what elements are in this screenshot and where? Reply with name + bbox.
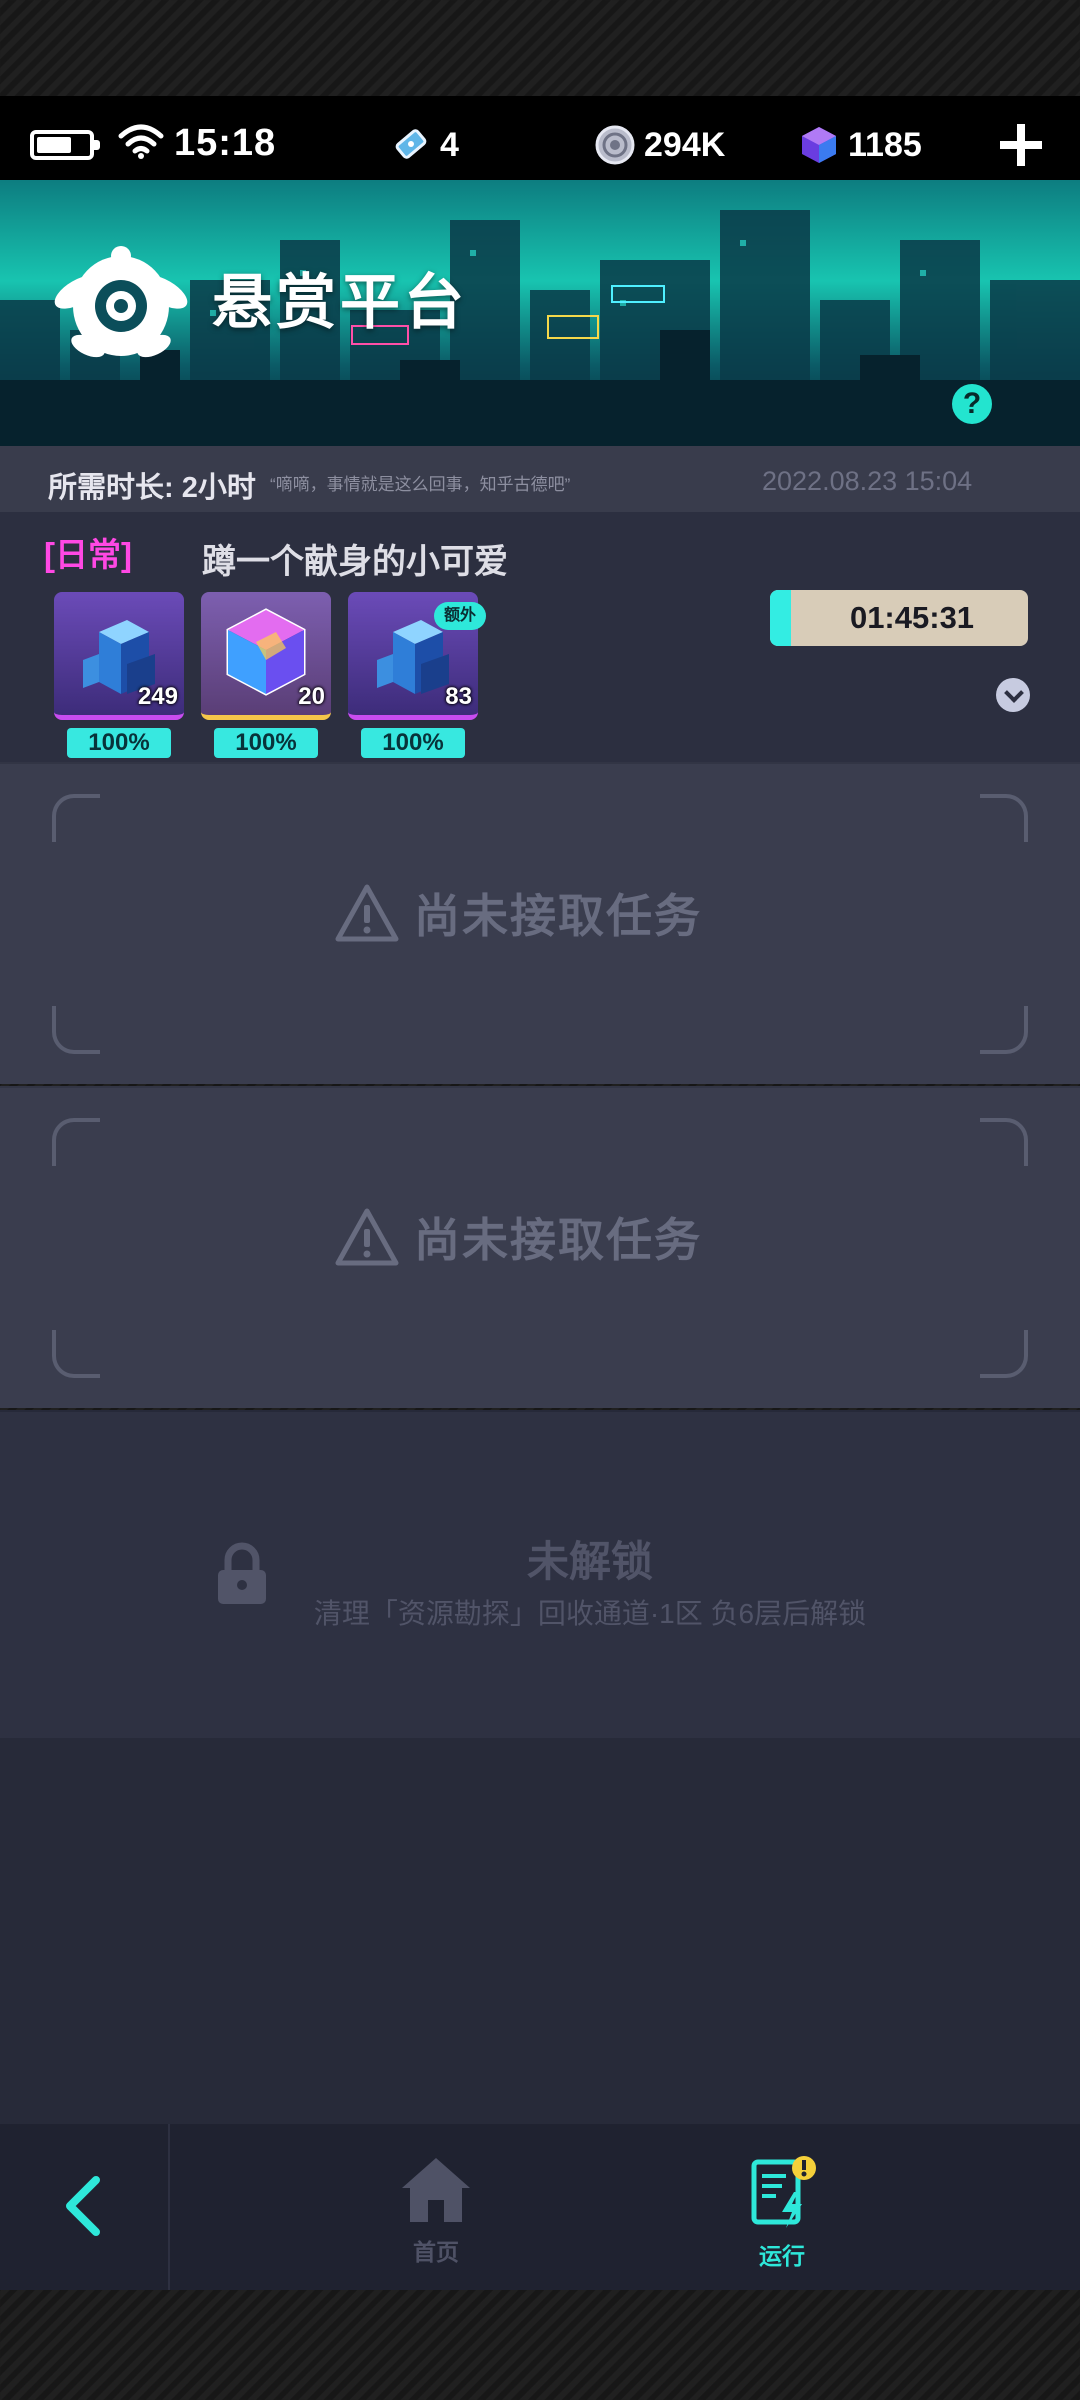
empty-slot-message: 尚未接取任务 bbox=[414, 890, 702, 942]
page-title: 悬赏平台 bbox=[212, 269, 468, 336]
status-bar: 15:18 4 294K 1185 bbox=[0, 96, 1080, 180]
empty-slot-message: 尚未接取任务 bbox=[414, 1214, 702, 1266]
home-icon bbox=[402, 2158, 470, 2222]
gem-counter[interactable]: 1185 bbox=[798, 124, 922, 166]
extra-reward-badge: 额外 bbox=[433, 602, 486, 630]
ticket-icon bbox=[395, 129, 427, 159]
empty-area bbox=[0, 1738, 1080, 2124]
task-type-tag: [日常] bbox=[44, 536, 132, 573]
chevron-down-icon[interactable] bbox=[996, 678, 1030, 712]
warning-icon bbox=[335, 884, 399, 942]
ticket-count: 4 bbox=[440, 125, 459, 164]
bottom-navigation: 首页 运行 bbox=[0, 2124, 1080, 2290]
gem-count: 1185 bbox=[848, 125, 922, 164]
reward-item[interactable]: 83 额外 100% bbox=[348, 592, 486, 758]
reward-count: 83 bbox=[445, 683, 472, 710]
plus-icon[interactable] bbox=[996, 120, 1046, 170]
battery-icon bbox=[30, 130, 100, 160]
empty-task-slot[interactable]: 尚未接取任务 bbox=[0, 1086, 1080, 1408]
coin-counter[interactable]: 294K bbox=[594, 124, 725, 166]
turtle-logo-icon bbox=[54, 246, 188, 358]
task-timer: 01:45:31 bbox=[770, 590, 1028, 646]
reward-item[interactable]: 249 100% bbox=[54, 592, 184, 758]
timer-text: 01:45:31 bbox=[849, 600, 975, 635]
task-quote: “嘀嘀，事情就是这么回事，知乎古德吧” bbox=[270, 475, 571, 494]
task-timestamp: 2022.08.23 15:04 bbox=[762, 466, 973, 496]
top-edge-band bbox=[0, 0, 1080, 96]
coin-icon bbox=[595, 125, 635, 165]
ticket-counter[interactable]: 4 bbox=[390, 124, 459, 166]
reward-item[interactable]: 20 100% bbox=[201, 592, 331, 758]
unlock-condition: 清理「资源勘探」回收通道·1区 负6层后解锁 bbox=[313, 1598, 867, 1629]
task-title: 蹲一个献身的小可爱 bbox=[202, 543, 508, 581]
reward-count: 20 bbox=[298, 683, 325, 710]
run-icon bbox=[751, 2156, 816, 2228]
gem-icon bbox=[802, 127, 836, 163]
header-banner: 悬赏平台 ? bbox=[0, 180, 1080, 446]
locked-title: 未解锁 bbox=[526, 1538, 653, 1585]
clock: 15:18 bbox=[174, 122, 277, 164]
nav-run[interactable]: 运行 bbox=[712, 2154, 852, 2271]
reward-chance: 100% bbox=[361, 728, 465, 758]
help-icon[interactable]: ? bbox=[952, 384, 992, 424]
bottom-edge-band bbox=[0, 2290, 1080, 2400]
empty-task-slot[interactable]: 尚未接取任务 bbox=[0, 762, 1080, 1084]
nav-run-label: 运行 bbox=[759, 2243, 805, 2269]
required-duration: 所需时长: 2小时 bbox=[48, 472, 256, 504]
nav-home-label: 首页 bbox=[413, 2239, 459, 2265]
back-button[interactable] bbox=[0, 2124, 170, 2290]
coin-count: 294K bbox=[644, 125, 726, 164]
warning-icon bbox=[335, 1208, 399, 1266]
active-task-card[interactable]: [日常] 蹲一个献身的小可爱 249 100% 20 100% 83 额外 10… bbox=[0, 512, 1080, 762]
wifi-icon bbox=[118, 124, 164, 159]
back-arrow-icon bbox=[66, 2176, 100, 2236]
reward-chance: 100% bbox=[214, 728, 318, 758]
nav-home[interactable]: 首页 bbox=[366, 2154, 506, 2267]
locked-task-slot: 未解锁 清理「资源勘探」回收通道·1区 负6层后解锁 bbox=[0, 1410, 1080, 1738]
task-meta-row: 所需时长: 2小时 “嘀嘀，事情就是这么回事，知乎古德吧” 2022.08.23… bbox=[0, 446, 1080, 512]
reward-chance: 100% bbox=[67, 728, 171, 758]
reward-count: 249 bbox=[137, 683, 178, 710]
